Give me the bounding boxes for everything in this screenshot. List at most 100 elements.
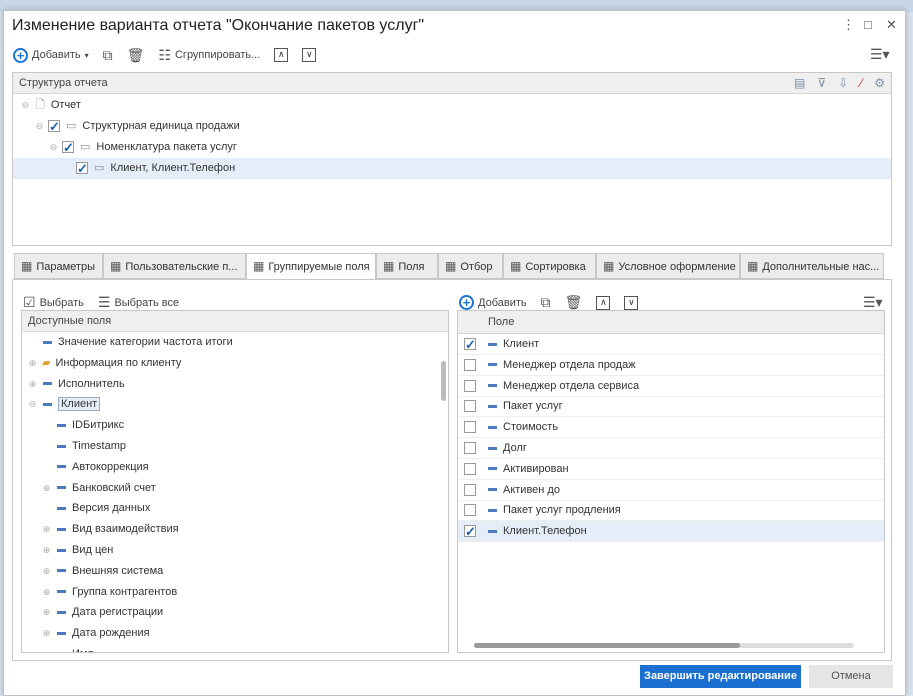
available-field-item[interactable]: ⊕ Дата регистрации <box>42 602 163 623</box>
grouping-field-row[interactable]: Пакет услуг продления <box>458 500 884 522</box>
close-button[interactable]: ✕ <box>886 17 897 33</box>
use-checkbox[interactable] <box>464 400 476 413</box>
format-icon[interactable]: ⁄ <box>860 76 862 90</box>
use-checkbox[interactable] <box>464 521 476 542</box>
structure-checkbox[interactable] <box>48 116 60 137</box>
available-field-item[interactable]: ⊕ Группа контрагентов <box>42 582 177 603</box>
move-down-icon[interactable]: ∨ <box>624 295 639 310</box>
structure-row[interactable]: ⊖ ▭ Структурная единица продажи <box>13 116 891 137</box>
select-label: Выбрать <box>39 296 84 309</box>
use-checkbox[interactable] <box>464 421 476 434</box>
structure-checkbox[interactable] <box>62 137 74 158</box>
move-down-icon[interactable]: ∨ <box>302 48 317 62</box>
cancel-button[interactable]: Отмена <box>809 665 893 688</box>
copy-icon[interactable]: ⧉ <box>541 294 551 311</box>
select-all-button[interactable]: ☰ Выбрать все <box>98 294 179 311</box>
available-field-item[interactable]: Автокоррекция <box>42 457 149 478</box>
use-checkbox[interactable] <box>464 334 476 355</box>
use-checkbox[interactable] <box>464 379 476 392</box>
copy-icon[interactable]: ⧉ <box>103 47 113 64</box>
grouping-field-row[interactable]: Пакет услуг <box>458 396 884 418</box>
expand-icon[interactable]: ⊕ <box>42 602 51 623</box>
delete-icon[interactable]: 🗑 <box>565 294 583 311</box>
available-field-item[interactable]: ⊕ Дата рождения <box>42 623 150 644</box>
tab-6[interactable]: ▦ Условное оформление <box>596 253 740 279</box>
horizontal-scrollbar[interactable] <box>474 643 854 648</box>
grouping-field-row[interactable]: Менеджер отдела сервиса <box>458 376 884 397</box>
structure-checkbox[interactable] <box>76 158 88 179</box>
grouping-icon: ▦ <box>253 259 265 273</box>
tab-4[interactable]: ▦ Отбор <box>438 253 503 279</box>
use-checkbox[interactable] <box>464 462 476 475</box>
use-checkbox[interactable] <box>464 483 476 496</box>
add-field-button[interactable]: + Добавить <box>459 295 527 310</box>
grouping-field-row[interactable]: Клиент <box>458 334 884 355</box>
use-checkbox[interactable] <box>464 442 476 455</box>
available-field-item[interactable]: ⊖ Клиент <box>28 394 101 415</box>
use-checkbox[interactable] <box>464 358 476 371</box>
sort-icon[interactable]: ⇩ <box>838 76 848 90</box>
tab-1[interactable]: ▦ Пользовательские п... <box>103 253 246 279</box>
available-field-item[interactable]: ⊕ Исполнитель <box>28 374 125 395</box>
group-button[interactable]: ☷ Сгруппировать... <box>158 47 260 64</box>
expand-icon[interactable]: ⊕ <box>28 374 37 395</box>
available-field-item[interactable]: ⊕ ▰ Информация по клиенту <box>28 353 182 374</box>
tab-0[interactable]: ▦ Параметры <box>14 253 103 279</box>
field-icon <box>43 340 52 344</box>
settings-icon[interactable]: ⚙ <box>874 76 885 90</box>
available-field-item[interactable]: Timestamp <box>42 436 126 457</box>
filter-icon[interactable]: ⊽ <box>817 76 826 90</box>
grouping-field-row[interactable]: Активен до <box>458 480 884 501</box>
available-field-item[interactable]: Имя <box>42 644 93 652</box>
add-field-label: Добавить <box>478 296 527 309</box>
collapse-icon[interactable]: ⊖ <box>21 95 30 116</box>
available-field-item[interactable]: ⊕ Внешняя система <box>42 561 164 582</box>
move-up-icon[interactable]: ∧ <box>274 48 289 62</box>
tab-2[interactable]: ▦ Группируемые поля <box>246 253 376 280</box>
add-button[interactable]: + Добавить ▾ <box>13 47 89 63</box>
delete-icon[interactable]: 🗑 <box>127 47 145 64</box>
structure-row[interactable]: ⊖ 🗋 Отчет <box>13 95 891 116</box>
structure-row[interactable]: ▭ Клиент, Клиент.Телефон <box>13 158 891 179</box>
grouping-field-row[interactable]: Активирован <box>458 459 884 480</box>
tab-3[interactable]: ▦ Поля <box>376 253 438 279</box>
available-fields-tree: Доступные поля Значение категории частот… <box>21 310 449 653</box>
move-up-icon[interactable]: ∧ <box>596 295 611 310</box>
group-fields-icon[interactable]: ▤ <box>794 76 805 90</box>
available-field-item[interactable]: ⊕ Вид цен <box>42 540 114 561</box>
finish-editing-button[interactable]: Завершить редактирование <box>640 665 801 688</box>
more-icon[interactable]: ⋮ <box>842 17 855 33</box>
tab-5[interactable]: ▦ Сортировка <box>503 253 596 279</box>
expand-icon[interactable]: ⊕ <box>42 582 51 603</box>
available-field-item[interactable]: ⊕ Банковский счет <box>42 478 156 499</box>
sort-icon: ▦ <box>510 259 522 273</box>
grouping-field-row[interactable]: Долг <box>458 438 884 459</box>
available-field-item[interactable]: Версия данных <box>42 498 150 519</box>
expand-icon[interactable]: ⊕ <box>42 623 51 644</box>
expand-icon[interactable]: ⊕ <box>42 519 51 540</box>
expand-icon[interactable]: ⊕ <box>42 540 51 561</box>
collapse-icon[interactable]: ⊖ <box>49 137 58 158</box>
structure-row[interactable]: ⊖ ▭ Номенклатура пакета услуг <box>13 137 891 158</box>
collapse-icon[interactable]: ⊖ <box>35 116 44 137</box>
field-icon <box>488 508 497 512</box>
available-field-item[interactable]: IDБитрикс <box>42 415 124 436</box>
available-field-item[interactable]: Значение категории частота итоги <box>28 332 233 353</box>
available-field-item[interactable]: ⊕ Вид взаимодействия <box>42 519 179 540</box>
expand-icon[interactable]: ⊖ <box>28 394 37 415</box>
maximize-button[interactable]: □ <box>864 17 872 32</box>
vertical-scrollbar[interactable] <box>441 361 446 401</box>
available-fields-header: Доступные поля <box>22 311 448 332</box>
menu-button[interactable]: ☰▾ <box>870 46 890 63</box>
grouping-field-row[interactable]: Стоимость <box>458 417 884 439</box>
use-checkbox[interactable] <box>464 504 476 517</box>
expand-icon[interactable]: ⊕ <box>42 478 51 499</box>
expand-icon[interactable]: ⊕ <box>42 561 51 582</box>
grouping-field-row[interactable]: Клиент.Телефон <box>458 521 884 542</box>
grouping-field-row[interactable]: Менеджер отдела продаж <box>458 355 884 376</box>
expand-icon[interactable]: ⊕ <box>28 353 37 374</box>
select-button[interactable]: ☑ Выбрать <box>23 294 84 311</box>
field-icon <box>57 506 66 510</box>
right-menu-button[interactable]: ☰▾ <box>863 294 883 311</box>
tab-7[interactable]: ▦ Дополнительные нас... <box>740 253 884 279</box>
